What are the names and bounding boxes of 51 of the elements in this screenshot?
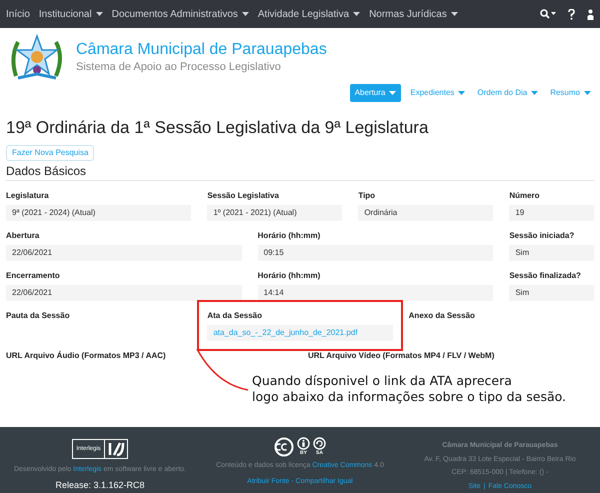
field-value: 1º (2021 - 2021) (Atual) [207,205,342,221]
page-title: 19ª Ordinária da 1ª Sessão Legislativa da 9ª Legislatura [6,117,430,139]
share-alike-icon [313,437,326,450]
session-tab[interactable]: Resumo [547,84,594,102]
help-icon[interactable] [568,8,575,20]
caret-icon [531,90,538,95]
field-value: 22/06/2021 [6,245,242,261]
section-title: Dados Básicos [6,163,88,179]
field-value: Sim [509,285,594,301]
session-tab[interactable]: Ordem do Dia [474,84,542,102]
session-tab[interactable]: Abertura [350,84,402,102]
nav-menu-item[interactable]: Documentos Administrativos [112,6,249,22]
field-value: 22/06/2021 [6,285,242,301]
field-label: Pauta da Sessão [6,310,71,322]
caret-icon [458,90,466,95]
field-label: Sessão iniciada? [509,230,576,242]
annotation-text: Quando dísponivel o link da ATA aprecera logo abaixo da informações sobre o tipo da sesão. [252,373,566,405]
field-value: Sim [509,245,594,261]
field-label: URL Arquivo Vídeo (Formatos MP4 / FLV / WebM) [308,350,496,362]
caret-icon [584,90,591,95]
release-version: Release: 3.1.162-RC8 [55,478,145,492]
field-label: Tipo [358,190,376,202]
person-icon [297,437,310,450]
site-title: Câmara Municipal de Parauapebas [76,40,327,60]
field-value: 09:15 [258,245,494,261]
field-value: 9ª (2021 - 2024) (Atual) [6,205,192,221]
field-label: URL Arquivo Áudio (Formatos MP3 / AAC) [6,350,167,362]
nav-menu-item[interactable]: Institucional [38,6,103,22]
search-icon[interactable] [540,9,556,19]
caret-icon [389,90,396,95]
field-label: Ata da Sessão [207,310,264,322]
site-subtitle: Sistema de Apoio ao Processo Legislativo [76,60,282,74]
session-tab[interactable]: Expedientes [407,84,468,102]
field-label: Sessão Legislativa [207,190,280,202]
field-label: Número [509,190,541,202]
new-search-button[interactable]: Fazer Nova Pesquisa [6,145,94,161]
field-label: Encerramento [6,270,61,282]
field-label: Anexo da Sessão [408,310,476,322]
field-label: Horário (hh:mm) [258,270,322,282]
field-label: Abertura [6,230,40,242]
field-label: Sessão finalizada? [509,270,582,282]
field-value: 14:14 [258,285,494,301]
nav-menu-item[interactable]: Normas Jurídicas [369,6,458,22]
field-value: 19 [509,205,594,221]
field-label: Legislatura [6,190,50,202]
field-label: Horário (hh:mm) [258,230,322,242]
nav-menu-item[interactable]: Início [6,6,30,22]
nav-menu-item[interactable]: Atividade Legislativa [258,6,360,22]
field-value: Ordinária [358,205,494,221]
cc-icon [274,437,294,457]
user-icon[interactable] [587,8,594,20]
